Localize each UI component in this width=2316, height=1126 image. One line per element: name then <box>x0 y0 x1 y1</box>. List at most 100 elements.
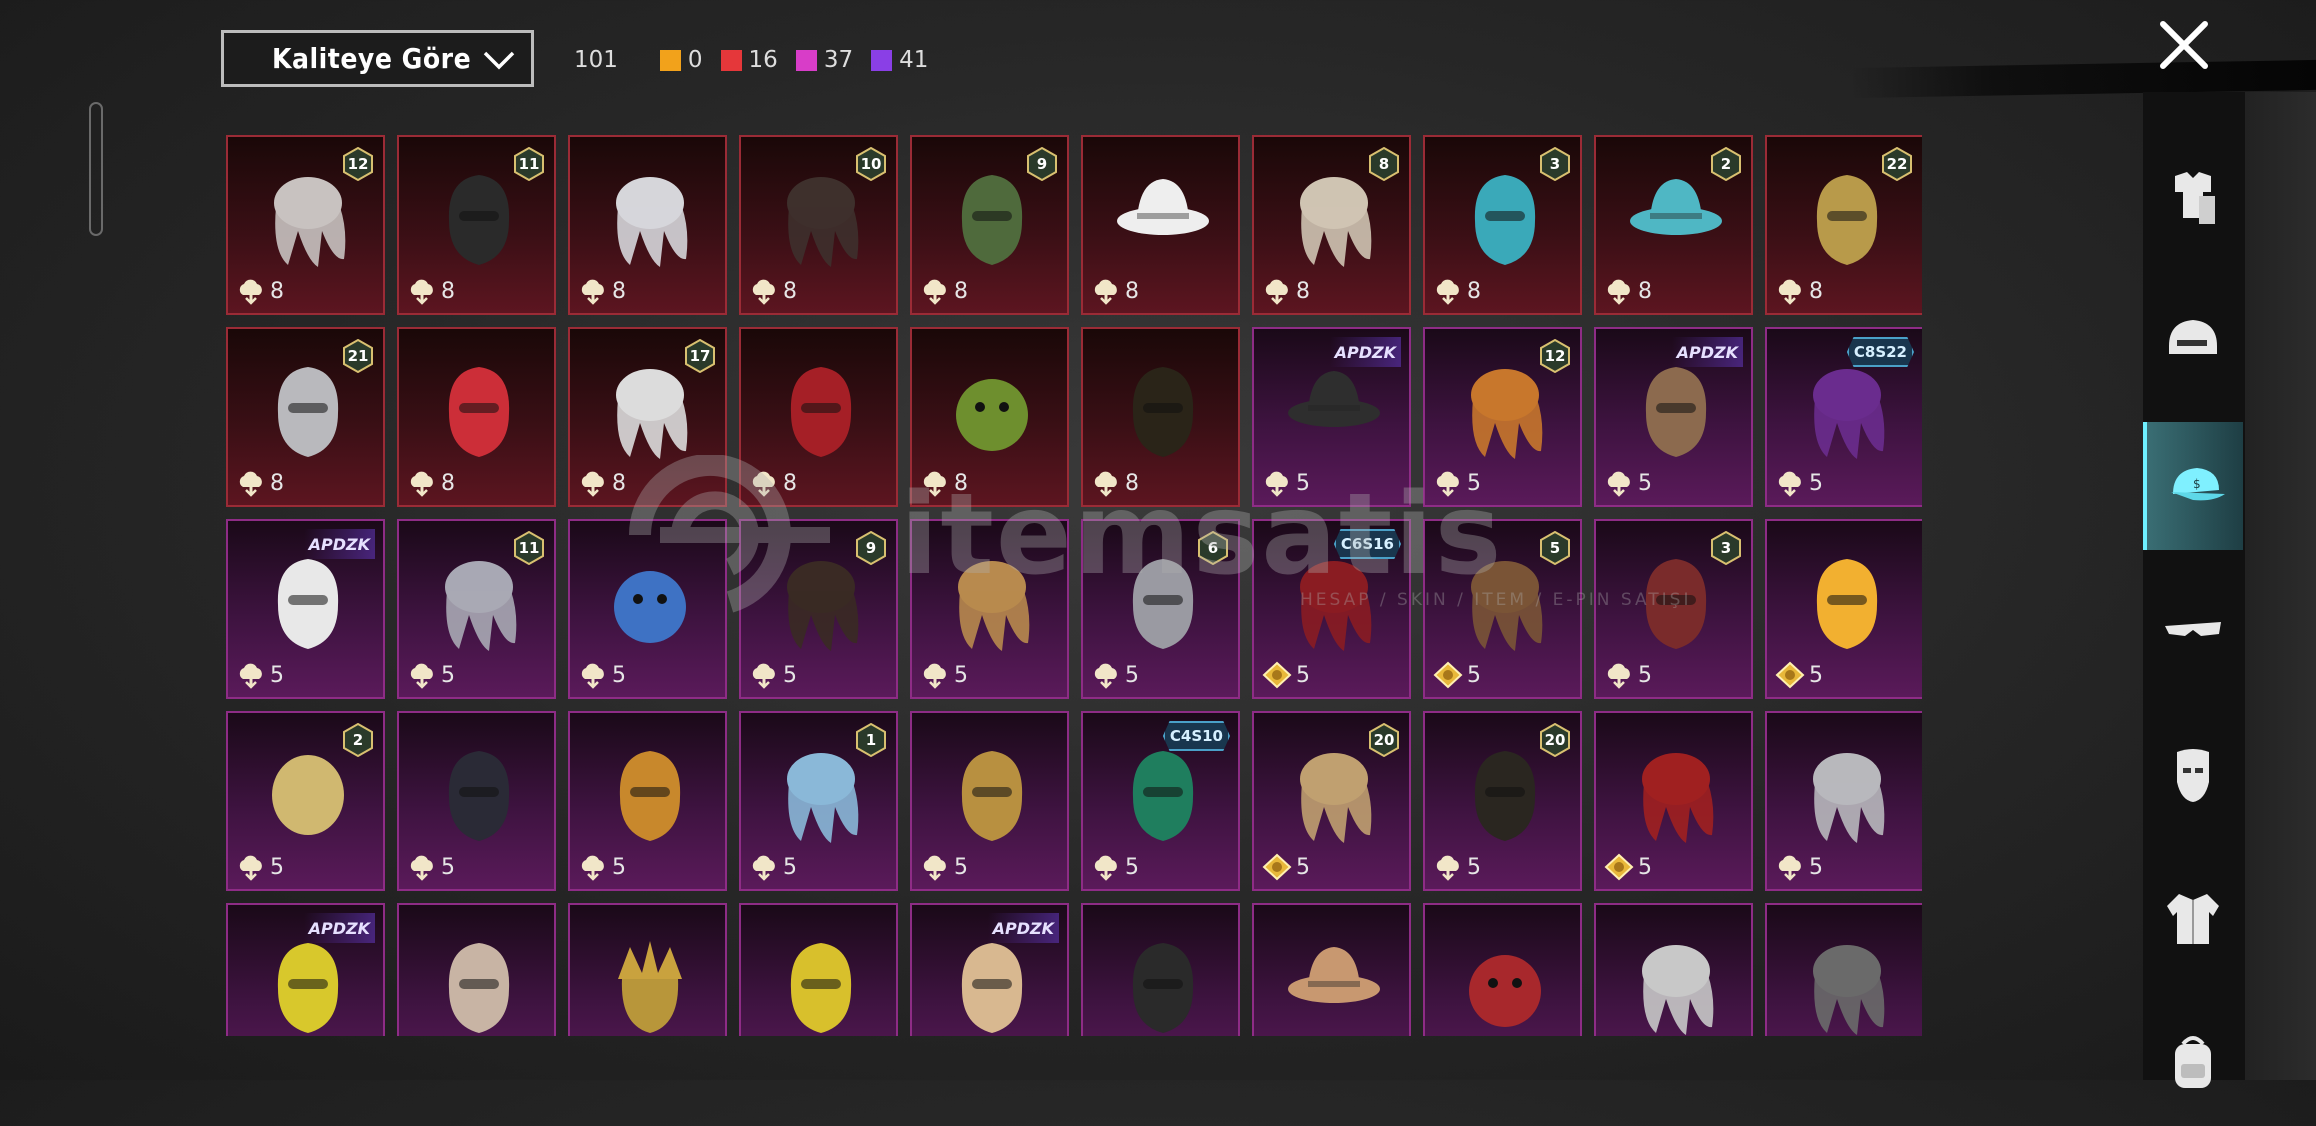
item-quantity: 5 <box>1775 469 1823 497</box>
item-card[interactable]: 8 <box>568 135 727 315</box>
item-card[interactable]: 5 <box>1594 711 1753 891</box>
rarity-count-epic: 37 <box>795 47 853 73</box>
item-card[interactable]: C6S16 5 <box>1252 519 1411 699</box>
item-card[interactable]: 12 5 <box>1423 327 1582 507</box>
item-card[interactable]: 98 <box>910 135 1069 315</box>
item-card[interactable]: 5 <box>568 711 727 891</box>
item-card[interactable]: APDZK 5 <box>1594 327 1753 507</box>
item-card[interactable]: 95 <box>739 519 898 699</box>
item-card[interactable]: C8S22 5 <box>1765 327 1922 507</box>
cap-icon: $ <box>2171 468 2225 501</box>
item-card[interactable]: APDZK <box>226 903 385 1036</box>
item-card[interactable]: 20 5 <box>1423 711 1582 891</box>
item-card[interactable] <box>739 903 898 1036</box>
item-card[interactable]: 10 8 <box>739 135 898 315</box>
level-badge: 22 <box>1882 146 1912 182</box>
item-card[interactable]: 5 <box>568 519 727 699</box>
cat-head-art <box>961 943 1023 1033</box>
item-card[interactable]: 5 <box>1765 711 1922 891</box>
cloud-currency-icon <box>1094 855 1117 881</box>
item-quantity-value: 8 <box>441 470 455 496</box>
rarity-swatch <box>659 49 681 71</box>
item-card[interactable]: 28 <box>1594 135 1753 315</box>
item-card[interactable]: 8 <box>910 327 1069 507</box>
item-quantity: 8 <box>749 277 797 305</box>
item-card[interactable]: 15 <box>739 711 898 891</box>
duck-head-art <box>1816 559 1878 649</box>
item-card[interactable]: 65 <box>1081 519 1240 699</box>
item-card[interactable]: 8 <box>1081 135 1240 315</box>
alpaca-head-art <box>1645 367 1707 457</box>
item-card[interactable] <box>397 903 556 1036</box>
item-card[interactable] <box>1594 903 1753 1036</box>
item-card[interactable]: 21 8 <box>226 327 385 507</box>
item-quantity-value: 8 <box>270 278 284 304</box>
item-card[interactable] <box>1252 903 1411 1036</box>
item-card[interactable]: 25 <box>226 711 385 891</box>
sidebar-item-helmet[interactable] <box>2143 278 2243 406</box>
level-badge: 20 <box>1369 722 1399 758</box>
item-card[interactable]: 38 <box>1423 135 1582 315</box>
item-card[interactable]: C4S10 5 <box>1081 711 1240 891</box>
item-card[interactable] <box>1765 903 1922 1036</box>
item-card[interactable]: 8 <box>397 327 556 507</box>
item-card[interactable]: 5 <box>910 711 1069 891</box>
cloud-currency-icon <box>923 663 946 689</box>
item-card[interactable]: 20 5 <box>1252 711 1411 891</box>
cloud-currency-icon <box>1094 663 1117 689</box>
sidebar-item-mask[interactable] <box>2143 710 2243 838</box>
item-card[interactable]: 5 <box>1765 519 1922 699</box>
item-card[interactable]: 22 8 <box>1765 135 1922 315</box>
item-quantity: 5 <box>749 853 797 881</box>
item-card[interactable]: 12 8 <box>226 135 385 315</box>
item-card[interactable]: APDZK <box>910 903 1069 1036</box>
cloud-currency-icon <box>752 855 775 881</box>
item-card[interactable]: APDZK 5 <box>1252 327 1411 507</box>
item-quantity: 8 <box>1091 469 1139 497</box>
scroll-indicator[interactable] <box>89 102 103 236</box>
level-badge: 12 <box>343 146 373 182</box>
cloud-currency-icon <box>752 279 775 305</box>
crown-hair-art <box>1813 753 1885 843</box>
sort-dropdown[interactable]: Kaliteye Göre <box>221 30 534 87</box>
item-card[interactable]: 5 <box>910 519 1069 699</box>
level-badge: 8 <box>1369 146 1399 182</box>
item-quantity-value: 8 <box>954 470 968 496</box>
item-quantity: 8 <box>407 469 455 497</box>
cloud-currency-icon <box>1778 855 1801 881</box>
item-card[interactable] <box>1081 903 1240 1036</box>
item-card[interactable]: 17 8 <box>568 327 727 507</box>
season-tag: APDZK <box>987 913 1059 943</box>
cloud-currency-icon <box>752 663 775 689</box>
item-card[interactable] <box>1423 903 1582 1036</box>
item-card[interactable] <box>568 903 727 1036</box>
item-quantity-value: 5 <box>1809 854 1823 880</box>
sidebar-item-outfit[interactable] <box>2143 134 2243 262</box>
sidebar-item-cap[interactable]: $ <box>2143 422 2243 550</box>
item-card[interactable]: 11 8 <box>397 135 556 315</box>
item-card[interactable]: 8 <box>739 327 898 507</box>
sidebar-item-jacket[interactable] <box>2143 854 2243 982</box>
level-badge-number: 11 <box>518 155 540 173</box>
item-card[interactable]: 8 <box>1081 327 1240 507</box>
item-quantity: 5 <box>920 853 968 881</box>
item-card[interactable]: 55 <box>1423 519 1582 699</box>
cloud-currency-icon <box>410 279 433 305</box>
level-badge: 12 <box>1540 338 1570 374</box>
item-quantity: 8 <box>1604 277 1652 305</box>
item-card[interactable]: 35 <box>1594 519 1753 699</box>
item-card[interactable]: APDZK 5 <box>226 519 385 699</box>
item-card[interactable]: 11 5 <box>397 519 556 699</box>
item-card[interactable]: 88 <box>1252 135 1411 315</box>
sidebar-item-backpack[interactable] <box>2143 998 2243 1126</box>
level-badge-number: 12 <box>1544 347 1566 365</box>
cloud-currency-icon <box>1607 663 1630 689</box>
item-quantity: 5 <box>920 661 968 689</box>
item-card[interactable]: 5 <box>397 711 556 891</box>
item-quantity-value: 5 <box>441 662 455 688</box>
item-quantity: 5 <box>1604 853 1652 881</box>
item-quantity: 8 <box>578 277 626 305</box>
sidebar-item-glasses[interactable] <box>2143 566 2243 694</box>
item-quantity-value: 8 <box>954 278 968 304</box>
close-icon[interactable] <box>2155 16 2213 74</box>
